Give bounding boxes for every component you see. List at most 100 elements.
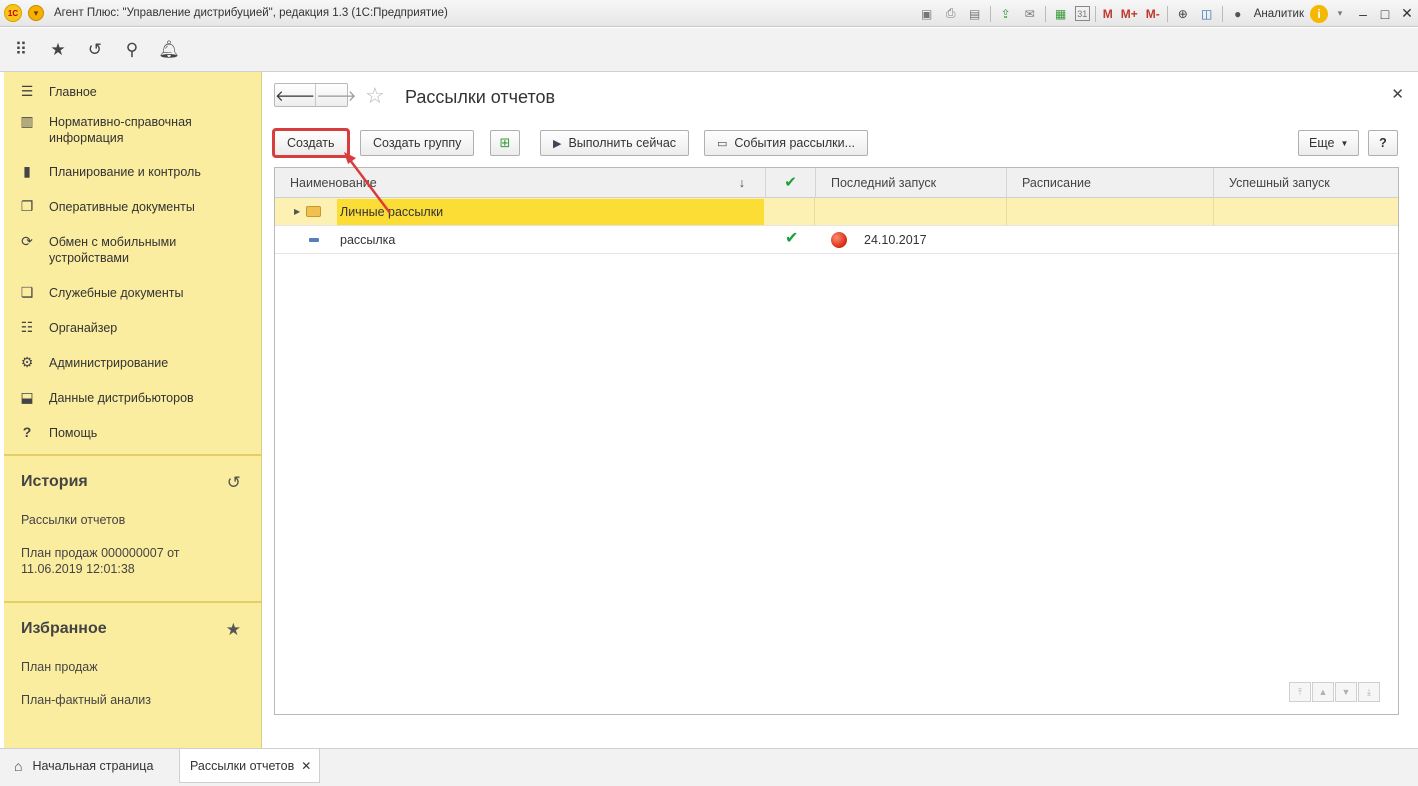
separator [1044, 5, 1046, 22]
sidebar-item-operative-docs[interactable]: ❐ Оперативные документы [4, 193, 261, 228]
expand-triangle-icon[interactable]: ▶ [294, 198, 300, 226]
sidebar-item-label: Помощь [49, 426, 98, 440]
scroll-down-icon[interactable]: ▼ [1335, 682, 1357, 702]
info-icon[interactable]: i [1310, 4, 1328, 23]
sidebar-item-label: Администрирование [49, 356, 169, 370]
separator [989, 5, 991, 22]
close-tab-icon[interactable]: ✕ [301, 759, 311, 773]
bell-icon[interactable]: 🔔︎ [158, 39, 180, 61]
calculator-icon[interactable]: ▦ [1051, 4, 1071, 24]
events-icon: ▭ [717, 137, 728, 150]
window-title: Агент Плюс: "Управление дистрибуцией", р… [54, 7, 448, 19]
documents-icon: ❐ [20, 198, 34, 214]
history-icon[interactable]: ↺ [84, 39, 106, 61]
memory-m-plus-button[interactable]: M+ [1119, 4, 1140, 24]
chart-icon: ▮ [23, 163, 31, 179]
table-header: Наименование ↓ ✔ Последний запуск Распис… [275, 168, 1398, 198]
mail-icon[interactable]: ✉ [1020, 4, 1040, 24]
copy-button[interactable]: ⊞ [490, 130, 520, 156]
run-now-button[interactable]: ▶ Выполнить сейчас [540, 130, 690, 156]
print-icon[interactable]: ⎙ [941, 4, 961, 24]
main-content: 🡐 🡒 ☆ Рассылки отчетов ✕ Создать Создать… [262, 72, 1418, 748]
upload-icon[interactable]: ⇪ [996, 4, 1016, 24]
sidebar-item-planning[interactable]: ▮ Планирование и контроль [4, 158, 261, 193]
apps-grid-icon[interactable]: ⠿ [10, 39, 32, 61]
column-name[interactable]: Наименование ↓ [275, 168, 766, 198]
table-row[interactable]: ▶ Личные рассылки [275, 198, 1398, 226]
memory-m-button[interactable]: M [1101, 4, 1115, 24]
sidebar-item-label: Обмен с мобильными устройствами [49, 235, 177, 265]
forward-arrow-icon[interactable]: 🡒 [315, 84, 356, 106]
sidebar-item-organizer[interactable]: ☷ Органайзер [4, 314, 261, 349]
star-icon[interactable]: ★ [47, 39, 69, 61]
chevron-down-icon[interactable]: ▾ [1330, 4, 1350, 24]
maximize-button[interactable]: □ [1374, 4, 1396, 24]
create-button[interactable]: Создать [272, 128, 350, 158]
sidebar-item-label: Данные дистрибьюторов [49, 391, 194, 405]
sidebar-item-main[interactable]: ☰ Главное [4, 78, 261, 108]
row-last-run: 24.10.2017 [864, 233, 927, 247]
history-link[interactable]: Рассылки отчетов [4, 512, 261, 528]
separator [1221, 5, 1223, 22]
more-button[interactable]: Еще ▼ [1298, 130, 1360, 156]
close-form-icon[interactable]: ✕ [1391, 85, 1404, 103]
sidebar-item-reference[interactable]: ▥ Нормативно-справочная информация [4, 108, 261, 158]
window-titlebar: 1С ▾ Агент Плюс: "Управление дистрибуцие… [0, 0, 1418, 27]
enabled-check-icon: ✔ [785, 230, 799, 247]
calendar-icon[interactable]: 31 [1074, 6, 1090, 21]
cell-divider [1006, 198, 1007, 226]
copy-icon: ⊞ [499, 135, 511, 150]
scroll-up-icon[interactable]: ▲ [1312, 682, 1334, 702]
history-link[interactable]: План продаж 000000007 от 11.06.2019 12:0… [4, 545, 189, 577]
scroll-buttons: ⤒ ▲ ▼ ⤓ [1288, 682, 1380, 702]
star-icon[interactable]: ★ [226, 620, 241, 640]
user-name[interactable]: Аналитик [1254, 8, 1304, 20]
memory-m-minus-button[interactable]: M- [1144, 4, 1162, 24]
tab-home-label: Начальная страница [32, 759, 154, 773]
history-panel: История ↺ Рассылки отчетов План продаж 0… [4, 454, 261, 602]
page-title: Рассылки отчетов [405, 87, 556, 107]
favorite-link[interactable]: План продаж [4, 659, 261, 675]
column-last-run[interactable]: Последний запуск [816, 168, 1007, 198]
create-group-button[interactable]: Создать группу [360, 130, 475, 156]
column-success-run[interactable]: Успешный запуск [1214, 168, 1398, 198]
mailing-list-table[interactable]: Наименование ↓ ✔ Последний запуск Распис… [274, 167, 1399, 715]
sidebar-item-mobile-exchange[interactable]: ⟳ Обмен с мобильными устройствами [4, 228, 261, 279]
main-menu-icon[interactable]: ▾ [28, 5, 44, 21]
back-arrow-icon[interactable]: 🡐 [275, 84, 315, 106]
sidebar-item-administration[interactable]: ⚙ Администрирование [4, 349, 261, 384]
favorite-star-icon[interactable]: ☆ [365, 83, 385, 109]
sidebar: ☰ Главное ▥ Нормативно-справочная информ… [4, 72, 262, 748]
sort-arrow-icon: ↓ [738, 176, 745, 190]
sidebar-item-label: Главное [49, 85, 97, 99]
panels-icon[interactable]: ◫ [1197, 4, 1217, 24]
preview-icon[interactable]: ▤ [965, 4, 985, 24]
check-icon: ✔ [784, 174, 797, 191]
sidebar-item-label: Органайзер [49, 321, 118, 335]
history-icon[interactable]: ↺ [227, 473, 241, 493]
zoom-icon[interactable]: ⊕ [1173, 4, 1193, 24]
scroll-bottom-icon[interactable]: ⤓ [1358, 682, 1380, 702]
help-icon: ? [22, 424, 32, 440]
sync-icon: ⟳ [21, 233, 33, 249]
table-row[interactable]: рассылка ✔ 24.10.2017 [275, 226, 1398, 254]
sidebar-item-distributors[interactable]: ⬓ Данные дистрибьюторов [4, 384, 261, 419]
search-icon[interactable]: ⚲ [121, 39, 143, 61]
favorite-link[interactable]: План-фактный анализ [4, 692, 261, 708]
close-window-button[interactable]: ✕ [1396, 4, 1418, 24]
column-name-label: Наименование [290, 176, 377, 190]
tab-mailings[interactable]: Рассылки отчетов ✕ [179, 749, 320, 783]
favorites-panel: Избранное ★ План продаж План-фактный ана… [4, 601, 261, 748]
column-schedule[interactable]: Расписание [1007, 168, 1214, 198]
help-button[interactable]: ? [1368, 130, 1398, 156]
column-enabled[interactable]: ✔ [766, 168, 816, 198]
gear-icon: ⚙ [20, 354, 34, 370]
minimize-button[interactable]: – [1352, 4, 1374, 24]
events-button[interactable]: ▭ События рассылки... [704, 130, 869, 156]
scroll-top-icon[interactable]: ⤒ [1289, 682, 1311, 702]
sidebar-item-help[interactable]: ? Помощь [4, 419, 261, 454]
tab-home[interactable]: ⌂ Начальная страница [14, 749, 153, 783]
save-icon[interactable]: ▣ [917, 4, 937, 24]
sidebar-item-label: Служебные документы [49, 286, 184, 300]
sidebar-item-service-docs[interactable]: ❏ Служебные документы [4, 279, 261, 314]
